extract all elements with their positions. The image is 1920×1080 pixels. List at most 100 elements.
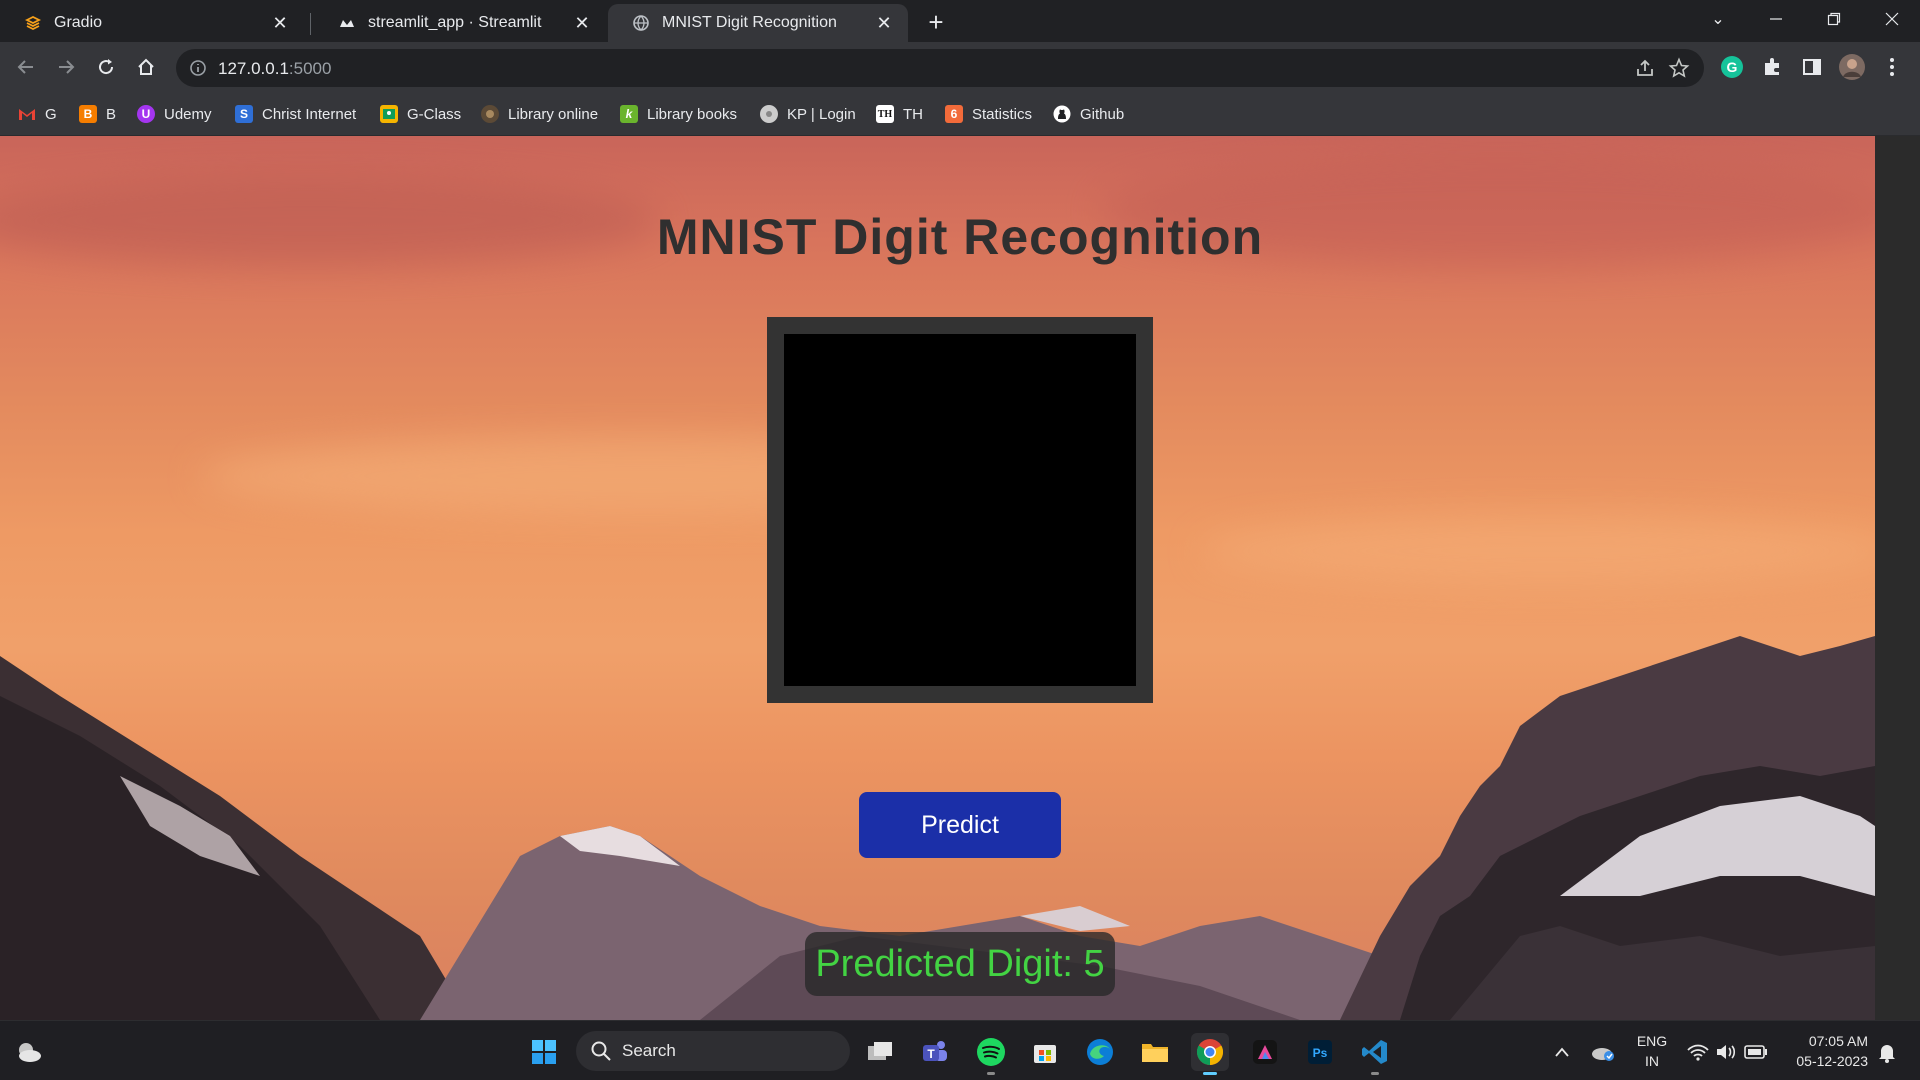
microsoft-store-icon[interactable] (1026, 1033, 1064, 1071)
show-hidden-icons-chevron-icon[interactable] (1543, 1033, 1581, 1071)
bookmark-label: Library books (647, 105, 738, 123)
drawing-canvas[interactable] (784, 334, 1136, 686)
bookmark-star-icon[interactable] (1668, 57, 1690, 79)
search-placeholder: Search (622, 1041, 676, 1060)
teams-icon[interactable]: T (916, 1033, 954, 1071)
clock-date: 05-12-2023 (1796, 1053, 1868, 1069)
bookmark-library-online[interactable]: Library online (481, 103, 598, 125)
bookmark-github[interactable]: Github (1053, 103, 1124, 125)
bookmark-label: Udemy (164, 105, 212, 123)
home-icon[interactable] (130, 51, 162, 83)
bookmark-statistics[interactable]: 6 Statistics (945, 103, 1032, 125)
language-indicator[interactable]: ENG IN (1630, 1031, 1674, 1071)
battery-icon[interactable] (1737, 1033, 1775, 1071)
site-info-icon[interactable] (188, 58, 208, 78)
url-host: 127.0.0.1 (218, 59, 289, 78)
kp-login-icon (760, 105, 778, 123)
bookmark-b[interactable]: B B (79, 103, 116, 125)
grammarly-icon[interactable]: G (1716, 51, 1748, 83)
task-view-icon[interactable] (861, 1033, 899, 1071)
notifications-icon[interactable] (1868, 1033, 1906, 1071)
browser-toolbar: 127.0.0.1:5000 G (0, 42, 1920, 92)
drawing-canvas-frame (767, 317, 1153, 703)
tab-separator (310, 13, 311, 35)
taskbar-search[interactable]: Search (576, 1031, 850, 1071)
system-clock[interactable]: 07:05 AM 05-12-2023 (1778, 1031, 1868, 1071)
koha-library-icon: k (620, 105, 638, 123)
vscode-icon[interactable] (1356, 1033, 1394, 1075)
photoshop-icon[interactable]: Ps (1301, 1033, 1339, 1071)
forward-icon[interactable] (50, 51, 82, 83)
google-classroom-icon (380, 105, 398, 123)
tab-title: streamlit_app · Streamlit (368, 14, 542, 31)
windows-taskbar: Search T Ps ENG IN 07:05 AM 05-12-2023 (0, 1020, 1920, 1080)
running-indicator (987, 1072, 995, 1075)
the-hindu-icon: TH (876, 105, 894, 123)
share-icon[interactable] (1634, 57, 1656, 79)
svg-text:T: T (927, 1047, 935, 1061)
tab-streamlit[interactable]: streamlit_app · Streamlit ✕ (314, 4, 606, 42)
bookmark-label: KP | Login (787, 105, 856, 123)
new-tab-button[interactable]: + (922, 7, 950, 37)
profile-avatar[interactable] (1836, 51, 1868, 83)
streamlit-icon (338, 14, 356, 32)
close-icon[interactable]: ✕ (874, 13, 894, 33)
bookmark-label: Christ Internet (262, 105, 357, 123)
bookmark-th[interactable]: TH TH (876, 103, 923, 125)
windows-start-icon[interactable] (525, 1033, 563, 1071)
svg-text:G: G (1727, 59, 1738, 75)
bookmark-christ-internet[interactable]: S Christ Internet (235, 103, 356, 125)
bookmark-g[interactable]: G (18, 103, 57, 125)
affinity-icon[interactable] (1246, 1033, 1284, 1071)
running-indicator (1371, 1072, 1379, 1075)
udemy-icon: U (137, 105, 155, 123)
url-port: :5000 (288, 59, 332, 78)
page-title: MNIST Digit Recognition (656, 209, 1264, 265)
tab-mnist[interactable]: MNIST Digit Recognition ✕ (608, 4, 908, 42)
bookmark-library-books[interactable]: k Library books (620, 103, 737, 125)
tab-gradio[interactable]: Gradio ✕ (0, 4, 304, 42)
bookmark-kp-login[interactable]: KP | Login (760, 103, 856, 125)
address-bar[interactable]: 127.0.0.1:5000 (176, 49, 1704, 87)
back-icon[interactable] (10, 51, 42, 83)
close-window-icon[interactable] (1864, 0, 1920, 38)
chrome-icon[interactable] (1191, 1033, 1229, 1075)
language-line-1: ENG (1636, 1033, 1668, 1049)
language-line-2: IN (1645, 1053, 1659, 1069)
bookmarks-bar: G B B U Udemy S Christ Internet G-Class … (0, 92, 1920, 136)
bookmark-label: Library online (508, 105, 599, 123)
menu-kebab-icon[interactable] (1876, 51, 1908, 83)
edge-icon[interactable] (1081, 1033, 1119, 1071)
bookmark-label: TH (903, 105, 923, 123)
tab-search-icon[interactable]: ⌄ (1690, 0, 1746, 38)
page-scrollbar-area (1875, 136, 1920, 1020)
bookmark-label: G (45, 105, 57, 123)
reload-icon[interactable] (90, 51, 122, 83)
bookmark-label: Statistics (972, 105, 1033, 123)
minimize-icon[interactable] (1748, 0, 1804, 38)
file-explorer-icon[interactable] (1136, 1033, 1174, 1071)
onedrive-icon[interactable] (1584, 1033, 1622, 1071)
extensions-icon[interactable] (1756, 51, 1788, 83)
predict-button[interactable]: Predict (859, 792, 1061, 858)
bookmark-label: Github (1080, 105, 1125, 123)
running-indicator (1203, 1072, 1217, 1075)
bookmark-g-class[interactable]: G-Class (380, 103, 461, 125)
gradio-icon (24, 14, 42, 32)
close-icon[interactable]: ✕ (270, 13, 290, 33)
spotify-icon[interactable] (972, 1033, 1010, 1075)
restore-icon[interactable] (1806, 0, 1862, 38)
tab-title: MNIST Digit Recognition (662, 14, 837, 31)
statistics-icon: 6 (945, 105, 963, 123)
tab-title: Gradio (54, 14, 103, 31)
library-online-icon (481, 105, 499, 123)
weather-icon[interactable] (10, 1033, 48, 1071)
search-icon (590, 1040, 612, 1062)
github-icon (1053, 105, 1071, 123)
url-text: 127.0.0.1:5000 (218, 59, 331, 79)
blogger-icon: B (79, 105, 97, 123)
bookmark-udemy[interactable]: U Udemy (137, 103, 212, 125)
close-icon[interactable]: ✕ (572, 13, 592, 33)
bookmark-label: G-Class (407, 105, 462, 123)
side-panel-icon[interactable] (1796, 51, 1828, 83)
